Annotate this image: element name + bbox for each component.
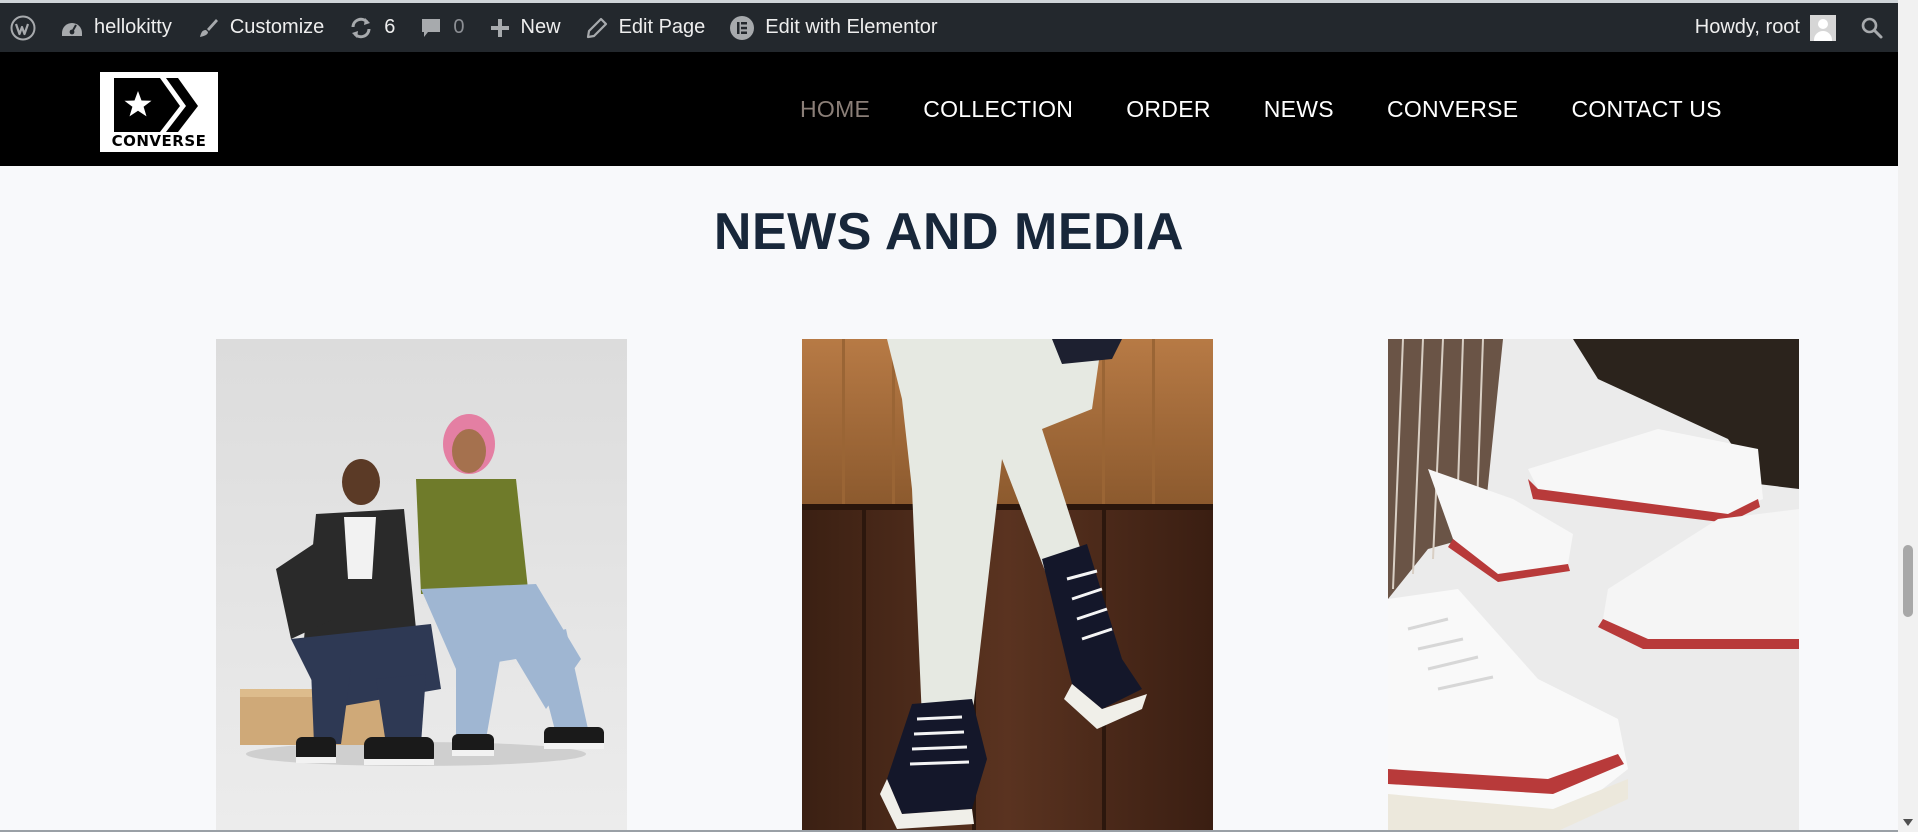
edit-page-label: Edit Page [618,16,706,38]
page-scrollbar[interactable] [1898,0,1918,832]
comment-icon [419,16,443,40]
brush-icon [196,16,220,40]
site-header: CONVERSE HOME COLLECTION ORDER NEWS CONV… [0,52,1898,166]
news-image-3-graphic [1388,339,1799,832]
nav-item-converse[interactable]: CONVERSE [1387,96,1518,123]
elementor-label: Edit with Elementor [765,16,938,38]
updates-link[interactable]: 6 [336,3,407,52]
edit-with-elementor-link[interactable]: Edit with Elementor [717,3,949,52]
nav-item-order[interactable]: ORDER [1126,96,1211,123]
admin-bar: hellokitty Customize 6 0 New Edit Page E… [0,0,1898,52]
scrollbar-thumb[interactable] [1903,545,1913,617]
site-logo[interactable]: CONVERSE [100,72,218,152]
admin-search[interactable] [1848,3,1898,52]
news-image-2[interactable] [802,339,1213,832]
plus-icon [489,17,511,39]
pencil-icon [585,16,609,40]
comments-link[interactable]: 0 [407,3,476,52]
page-title: NEWS AND MEDIA [713,203,1185,261]
nav-item-news[interactable]: NEWS [1264,96,1334,123]
comments-count: 0 [453,16,465,38]
scroll-down-arrow-icon[interactable] [1903,819,1913,826]
main-nav: HOME COLLECTION ORDER NEWS CONVERSE CONT… [800,52,1722,166]
my-account-menu[interactable]: Howdy, root [1683,3,1848,52]
updates-icon [348,16,374,40]
nav-item-contact-us[interactable]: CONTACT US [1571,96,1721,123]
logo-text: CONVERSE [111,132,207,150]
nav-item-home[interactable]: HOME [800,96,870,123]
wp-logo-menu[interactable] [0,3,48,52]
search-icon [1860,16,1884,40]
customize-link[interactable]: Customize [184,3,336,52]
site-name: hellokitty [94,16,172,38]
site-name-menu[interactable]: hellokitty [48,3,184,52]
edit-page-link[interactable]: Edit Page [573,3,718,52]
page: hellokitty Customize 6 0 New Edit Page E… [0,0,1918,832]
avatar [1810,14,1836,41]
news-image-1-graphic [216,339,627,832]
converse-logo-graphic [114,78,198,132]
greeting: Howdy, root [1694,16,1800,38]
new-content-menu[interactable]: New [477,3,573,52]
updates-count: 6 [384,16,396,38]
new-label: New [520,16,561,38]
news-image-3[interactable] [1388,339,1799,832]
news-image-1[interactable] [216,339,627,832]
elementor-icon [729,15,755,41]
wordpress-logo-icon [10,15,36,41]
customize-label: Customize [229,16,325,38]
dashboard-icon [60,17,84,39]
news-image-2-graphic [802,339,1213,832]
nav-item-collection[interactable]: COLLECTION [923,96,1073,123]
